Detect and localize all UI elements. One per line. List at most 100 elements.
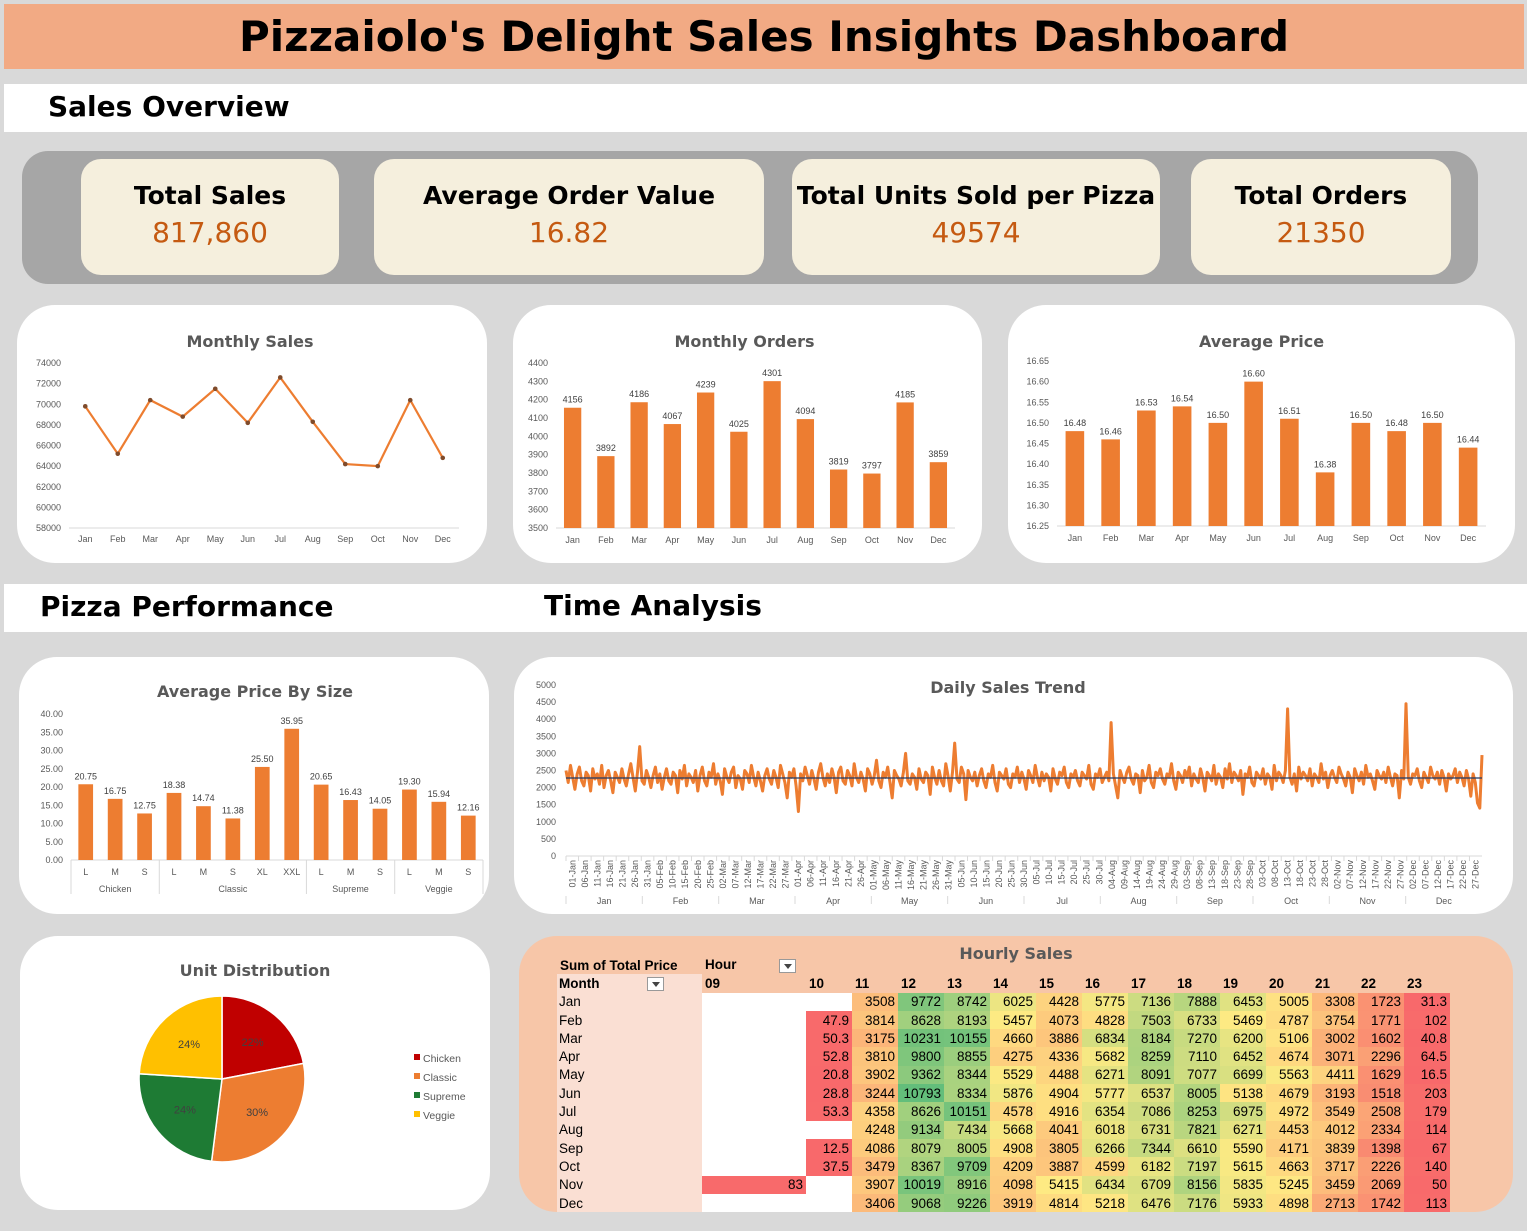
month-label: Apr <box>826 896 840 906</box>
kpi-value: 21350 <box>1276 216 1366 249</box>
hour-header: 10 <box>809 975 825 991</box>
x-tick-label: Feb <box>598 535 614 545</box>
legend-label: Supreme <box>423 1091 466 1103</box>
slice-label: 22% <box>242 1037 264 1049</box>
bar <box>431 801 447 860</box>
bar <box>663 424 682 528</box>
hour-header: 13 <box>947 975 963 991</box>
month-filter-dropdown[interactable] <box>647 977 665 992</box>
date-tick-label: 28-Sep <box>1245 860 1255 889</box>
month-label: Mar <box>749 896 765 906</box>
heat-cell: 6453 <box>1220 992 1266 1011</box>
date-tick-label: 27-Mar <box>781 860 791 889</box>
heat-cell: 7110 <box>1174 1047 1220 1066</box>
x-tick-label: Nov <box>1424 533 1441 543</box>
data-label: 25.50 <box>251 754 274 764</box>
heat-cell: 7270 <box>1174 1029 1220 1048</box>
date-tick-label: 10-Jun <box>969 860 979 888</box>
x-tick-label: Aug <box>1317 533 1333 543</box>
slice-label: 24% <box>174 1105 196 1117</box>
x-tick-label: Mar <box>1139 533 1155 543</box>
blank-cell <box>944 956 990 974</box>
bar <box>1280 418 1299 526</box>
legend-swatch <box>414 1111 420 1117</box>
bar <box>1172 406 1192 526</box>
data-label: 4067 <box>662 411 682 421</box>
y-tick-label: 68000 <box>36 420 61 430</box>
heat-cell: 179 <box>1404 1102 1450 1121</box>
blank-cell <box>1358 956 1404 974</box>
month-label: Jan <box>597 896 612 906</box>
heat-cell: 5218 <box>1082 1193 1128 1212</box>
y-tick-label: 4000 <box>536 714 556 724</box>
heat-cell: 7434 <box>944 1120 990 1139</box>
bar <box>1423 422 1442 526</box>
heat-cell: 140 <box>1404 1157 1450 1176</box>
y-tick-label: 0 <box>551 851 556 861</box>
group-label: Veggie <box>425 884 453 894</box>
hour-header: 16 <box>1085 975 1101 991</box>
heat-cell: 2069 <box>1358 1175 1404 1194</box>
kpi-average-order-value: Average Order Value 16.82 <box>374 159 764 275</box>
x-tick-label: Apr <box>176 534 190 544</box>
heat-cell: 10231 <box>898 1029 944 1048</box>
heat-cell: 5457 <box>990 1010 1036 1030</box>
date-tick-label: 19-Aug <box>1144 860 1154 889</box>
heat-cell: 5138 <box>1220 1084 1266 1103</box>
group-label: Supreme <box>332 884 369 894</box>
y-tick-label: 16.35 <box>1026 480 1049 490</box>
heat-cell: 6731 <box>1128 1120 1174 1139</box>
legend-swatch <box>414 1092 420 1098</box>
month-label: Feb <box>557 1010 702 1030</box>
month-label: Nov <box>557 1175 702 1194</box>
data-label: 16.51 <box>1278 406 1301 416</box>
blank-cell <box>1082 956 1128 974</box>
y-tick-label: 1000 <box>536 817 556 827</box>
date-tick-label: 07-Nov <box>1345 860 1355 890</box>
heat-cell <box>806 1193 852 1212</box>
hour-header: 20 <box>1269 975 1285 991</box>
heat-cell: 5933 <box>1220 1193 1266 1212</box>
date-tick-label: 07-Mar <box>730 860 740 889</box>
hour-filter-dropdown[interactable] <box>778 958 796 973</box>
data-label: 20.75 <box>74 771 97 781</box>
heat-cell <box>702 1029 806 1048</box>
y-tick-label: 3500 <box>528 523 548 533</box>
date-tick-label: 01-Apr <box>793 860 803 887</box>
heat-cell: 4663 <box>1266 1157 1312 1176</box>
pivot-row-label: Month <box>557 974 702 993</box>
x-tick-label: S <box>377 867 383 877</box>
y-tick-label: 74000 <box>36 358 61 368</box>
x-tick-label: Jun <box>240 534 255 544</box>
heat-cell: 5590 <box>1220 1138 1266 1158</box>
date-tick-label: 26-Apr <box>856 860 866 887</box>
date-tick-label: 15-Jun <box>981 860 991 888</box>
pivot-row: Dec 3406 9068 9226 3919 4814 5218 6476 7176 5933 4… <box>557 1193 1450 1212</box>
y-tick-label: 10.00 <box>40 819 63 829</box>
heat-cell: 4578 <box>990 1102 1036 1121</box>
y-tick-label: 16.45 <box>1026 439 1049 449</box>
date-tick-label: 17-Dec <box>1446 860 1456 890</box>
x-tick-label: Sep <box>831 535 847 545</box>
heat-cell: 4599 <box>1082 1157 1128 1176</box>
date-tick-label: 16-Jan <box>605 860 615 888</box>
heat-cell: 3479 <box>852 1157 898 1176</box>
bar <box>730 431 748 528</box>
x-tick-label: May <box>207 534 225 544</box>
blank-cell <box>1036 956 1082 974</box>
y-tick-label: 16.60 <box>1026 377 1049 387</box>
heat-cell: 5682 <box>1082 1047 1128 1066</box>
heat-cell: 6271 <box>1082 1065 1128 1085</box>
heat-cell: 9772 <box>898 992 944 1011</box>
heat-cell: 102 <box>1404 1010 1450 1030</box>
heat-cell <box>702 1010 806 1030</box>
heat-cell: 8916 <box>944 1175 990 1194</box>
chart-title: Average Price By Size <box>157 682 353 701</box>
x-tick-label: Mar <box>143 534 159 544</box>
heat-cell: 7197 <box>1174 1157 1220 1176</box>
x-tick-label: XL <box>257 867 268 877</box>
date-tick-label: 25-Jul <box>1082 860 1092 885</box>
data-label: 16.75 <box>104 786 127 796</box>
month-label: Dec <box>1436 896 1453 906</box>
month-label: Jul <box>1056 896 1068 906</box>
